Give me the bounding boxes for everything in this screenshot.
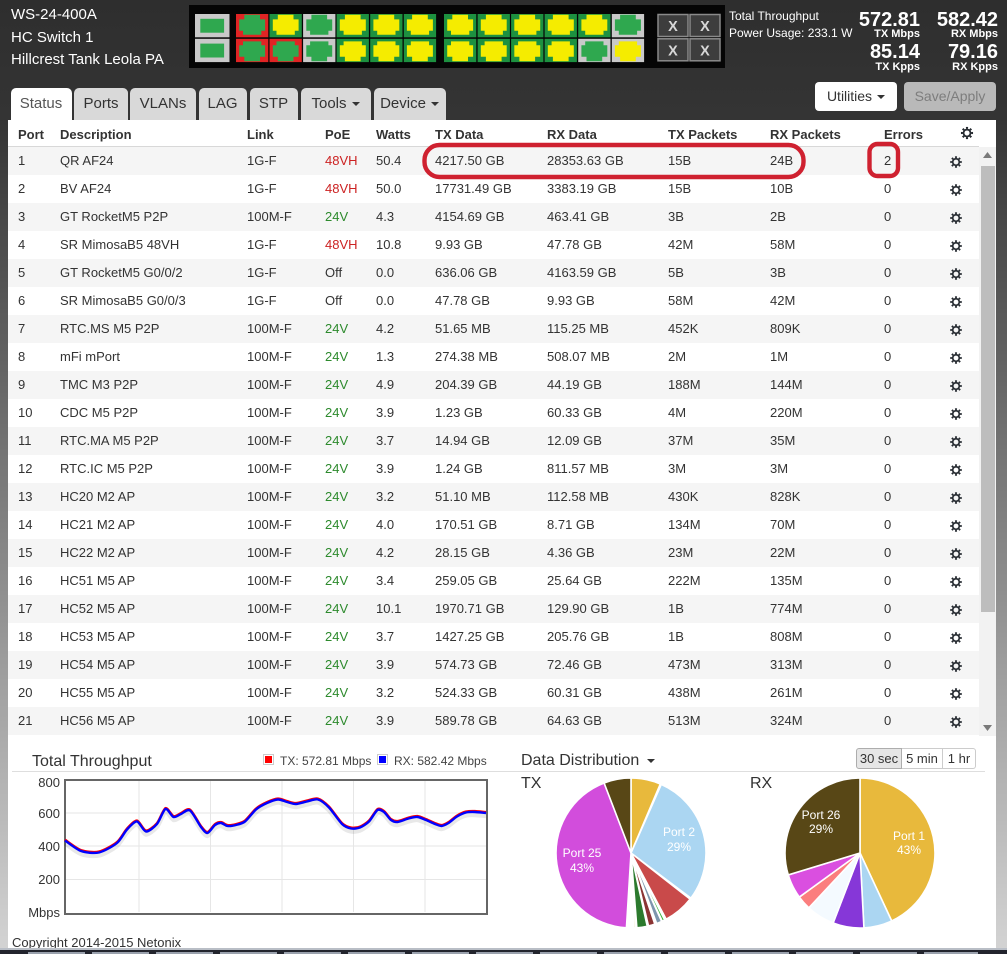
svg-text:X: X <box>668 19 678 35</box>
svg-text:X: X <box>668 43 678 59</box>
svg-text:X: X <box>700 43 710 59</box>
svg-text:X: X <box>700 19 710 35</box>
